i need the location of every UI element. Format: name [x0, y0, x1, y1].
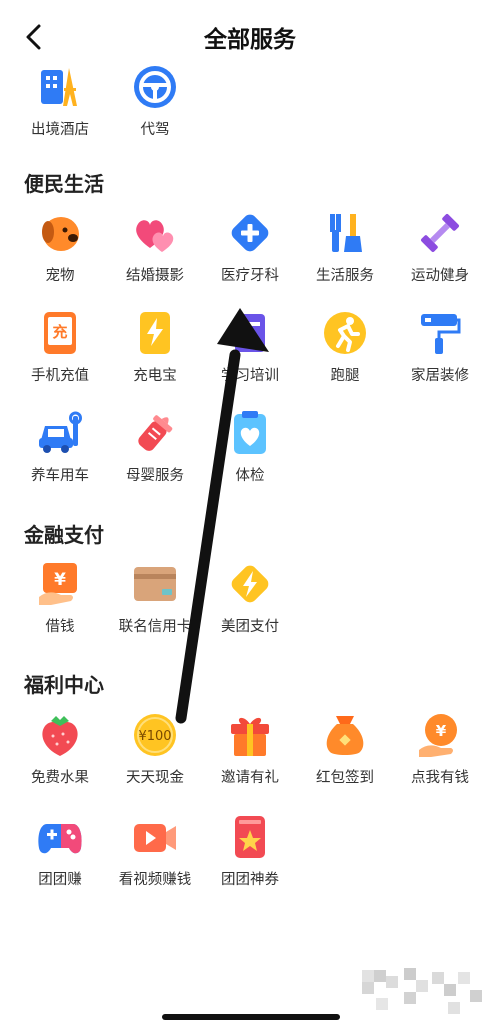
- watermark-logo: [362, 968, 482, 1014]
- lightning-pay-icon: [231, 565, 269, 603]
- service-item-overseas-hotel[interactable]: 出境酒店: [13, 64, 107, 148]
- coin-icon: ¥100: [134, 714, 176, 756]
- service-item-free-fruit[interactable]: 免费水果: [13, 712, 107, 796]
- service-label: 邀请有礼: [221, 770, 279, 786]
- page-title: 全部服务: [204, 27, 296, 53]
- home-indicator[interactable]: [162, 1014, 340, 1020]
- service-item-invite-gift[interactable]: 邀请有礼: [203, 712, 297, 796]
- gift-box-icon: [231, 717, 269, 756]
- credit-card-icon: [134, 567, 176, 601]
- service-item-daily-cash[interactable]: ¥100 天天现金: [108, 712, 202, 796]
- svg-text:¥: ¥: [54, 570, 66, 590]
- service-label: 出境酒店: [31, 122, 89, 138]
- service-item-errands[interactable]: 跑腿: [298, 310, 392, 394]
- service-label: 团团神券: [221, 872, 279, 888]
- service-label: 学习培训: [221, 368, 279, 384]
- service-label: 运动健身: [411, 268, 469, 284]
- hotel-tower-icon: [41, 68, 77, 106]
- service-item-power-bank[interactable]: 充电宝: [108, 310, 202, 394]
- service-label: 宠物: [45, 268, 75, 284]
- service-item-tuantuan-earn[interactable]: 团团赚: [13, 814, 107, 898]
- video-icon: [134, 824, 176, 852]
- service-item-medical-dental[interactable]: 医疗牙科: [203, 210, 297, 294]
- service-label: 代驾: [140, 122, 170, 138]
- service-item-life-services[interactable]: 生活服务: [298, 210, 392, 294]
- service-label: 养车用车: [31, 468, 89, 484]
- service-label: 点我有钱: [411, 770, 469, 786]
- service-item-study-training[interactable]: 学习培训: [203, 310, 297, 394]
- strawberry-icon: [42, 716, 78, 756]
- service-label: 美团支付: [221, 619, 279, 635]
- service-label: 借钱: [45, 619, 75, 635]
- dumbbell-icon: [421, 214, 459, 252]
- service-item-maternal-baby[interactable]: 母婴服务: [108, 410, 202, 494]
- service-label: 跑腿: [330, 368, 360, 384]
- service-item-meituan-pay[interactable]: 美团支付: [203, 561, 297, 645]
- top-bar: 全部服务: [0, 0, 500, 74]
- tools-icon: [330, 214, 362, 252]
- service-item-health-check[interactable]: 体检: [203, 410, 297, 494]
- service-item-tuantuan-coupon[interactable]: 团团神券: [203, 814, 297, 898]
- hearts-icon: [136, 220, 174, 252]
- dog-icon: [42, 217, 79, 251]
- runner-icon: [324, 312, 366, 354]
- service-item-red-packet-checkin[interactable]: 红包签到: [298, 712, 392, 796]
- money-bag-icon: [326, 716, 364, 755]
- service-item-phone-recharge[interactable]: 充 手机充值: [13, 310, 107, 394]
- phone-recharge-icon: 充: [44, 312, 76, 354]
- baby-bottle-icon: [138, 415, 173, 451]
- svg-text:充: 充: [52, 323, 67, 341]
- paint-roller-icon: [421, 314, 461, 354]
- section-title-rewards: 福利中心: [24, 673, 104, 697]
- section-title-finance: 金融支付: [24, 523, 104, 547]
- service-item-designated-driver[interactable]: 代驾: [108, 64, 202, 148]
- service-item-wedding-photo[interactable]: 结婚摄影: [108, 210, 202, 294]
- service-label: 天天现金: [126, 770, 184, 786]
- service-item-watch-video-earn[interactable]: 看视频赚钱: [108, 814, 202, 898]
- power-bank-icon: [140, 312, 170, 354]
- coin-hand-icon: ¥: [419, 714, 457, 757]
- loan-icon: ¥: [39, 563, 77, 605]
- service-label: 充电宝: [133, 368, 177, 384]
- service-label: 生活服务: [316, 268, 374, 284]
- study-icon: [235, 314, 265, 352]
- car-service-icon: [39, 411, 82, 453]
- service-label: 团团赚: [38, 872, 82, 888]
- section-title-convenience: 便民生活: [24, 172, 104, 196]
- coin-value: ¥100: [138, 729, 171, 744]
- service-item-pets[interactable]: 宠物: [13, 210, 107, 294]
- service-item-home-decor[interactable]: 家居装修: [393, 310, 487, 394]
- coupon-icon: [235, 816, 265, 858]
- service-label: 手机充值: [31, 368, 89, 384]
- service-label: 看视频赚钱: [118, 872, 192, 888]
- service-label: 家居装修: [411, 368, 469, 384]
- service-item-co-brand-card[interactable]: 联名信用卡: [108, 561, 202, 645]
- steering-wheel-icon: [134, 66, 176, 108]
- service-label: 结婚摄影: [126, 268, 184, 284]
- service-label: 体检: [235, 468, 265, 484]
- service-label: 联名信用卡: [118, 619, 192, 635]
- gamepad-icon: [38, 824, 82, 854]
- health-check-icon: [234, 411, 266, 454]
- service-label: 母婴服务: [126, 468, 184, 484]
- service-item-tap-for-money[interactable]: ¥ 点我有钱: [393, 712, 487, 796]
- service-item-borrow-money[interactable]: ¥ 借钱: [13, 561, 107, 645]
- service-item-car-service[interactable]: 养车用车: [13, 410, 107, 494]
- svg-text:¥: ¥: [436, 722, 447, 740]
- medical-cross-icon: [231, 214, 269, 252]
- service-label: 免费水果: [31, 770, 89, 786]
- service-label: 医疗牙科: [221, 268, 279, 284]
- service-label: 红包签到: [316, 770, 374, 786]
- service-item-fitness[interactable]: 运动健身: [393, 210, 487, 294]
